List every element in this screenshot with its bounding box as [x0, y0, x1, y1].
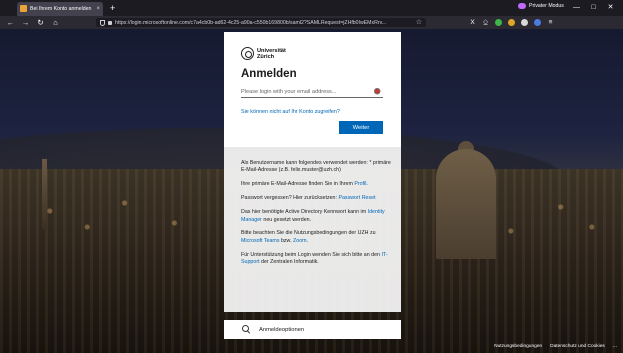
menu-icon[interactable]: ≡ [544, 18, 557, 27]
shield-icon[interactable] [100, 19, 105, 26]
extension-gray-icon[interactable] [521, 19, 528, 26]
cant-access-account-link[interactable]: Sie können nicht auf Ihr Konto zugreifen… [241, 109, 340, 115]
window-controls: — □ ✕ [568, 2, 619, 13]
privacy-cookies-link[interactable]: Datenschutz und Cookies [550, 344, 605, 349]
info-terms: Bitte beachten Sie die Nutzungsbedingung… [241, 230, 391, 245]
logo-line-1: Universität [257, 47, 286, 54]
close-tab-icon[interactable]: × [96, 6, 100, 12]
info-terms-text: Bitte beachten Sie die Nutzungsbedingung… [241, 230, 376, 237]
extension-yellow-icon[interactable] [508, 19, 515, 26]
home-button[interactable]: ⌂ [51, 19, 60, 27]
signin-options-button[interactable]: Anmeldeoptionen [224, 320, 401, 339]
zoom-link[interactable]: Zoom [293, 238, 307, 244]
uzh-logo: Universität Zürich [241, 47, 286, 60]
reload-button[interactable]: ↻ [36, 19, 45, 27]
uzh-seal-icon [241, 47, 254, 60]
maximize-button[interactable]: □ [585, 2, 602, 13]
info-password: Passwort vergessen? Hier zurücksetzen: P… [241, 195, 391, 202]
info-ad-text: Das hier benötigte Active Directory Kenn… [241, 209, 368, 216]
logo-line-2: Zürich [257, 53, 275, 60]
private-mask-icon [518, 3, 526, 9]
extension-x-icon[interactable]: X [466, 18, 479, 27]
microsoft-teams-link[interactable]: Microsoft Teams [241, 238, 279, 244]
signin-options-label: Anmeldeoptionen [259, 326, 305, 333]
login-card: Universität Zürich Anmelden Sie können n… [224, 32, 401, 147]
next-button[interactable]: Weiter [339, 121, 383, 134]
private-mode-label: Privater Modus [529, 3, 564, 9]
favicon-icon [20, 5, 27, 12]
minimize-button[interactable]: — [568, 2, 585, 13]
bookmark-star-icon[interactable]: ☆ [416, 19, 422, 26]
info-support-end: der Zentralen Informatik. [259, 259, 319, 266]
page-title: Anmelden [241, 68, 297, 80]
background-tower [42, 159, 47, 229]
more-options-button[interactable]: ... [613, 343, 617, 349]
nav-bar: ← → ↻ ⌂ https://login.microsoftonline.co… [0, 16, 623, 29]
tab-title: Bei Ihrem Konto anmelden [30, 5, 92, 12]
url-bar[interactable]: https://login.microsoftonline.com/c7a4cb… [96, 18, 426, 27]
extension-icon[interactable]: ⎐ [479, 18, 492, 27]
footer: Nutzungsbedingungen Datenschutz und Cook… [486, 343, 617, 349]
info-username-text: Als Benutzername kann folgendes verwende… [241, 160, 391, 174]
back-button[interactable]: ← [6, 19, 15, 27]
background-dome [436, 149, 496, 259]
extension-blue-icon[interactable] [534, 19, 541, 26]
info-profile-end: . [366, 181, 368, 188]
key-icon [242, 325, 251, 334]
browser-tab[interactable]: Bei Ihrem Konto anmelden × [17, 1, 103, 16]
password-manager-icon[interactable] [374, 88, 382, 96]
new-tab-button[interactable]: + [110, 3, 115, 13]
info-ad-password: Das hier benötigte Active Directory Kenn… [241, 209, 391, 224]
info-profile-text: Ihre primäre E-Mail-Adresse finden Sie i… [241, 181, 355, 188]
logo-text: Universität Zürich [257, 48, 286, 60]
url-text[interactable]: https://login.microsoftonline.com/c7a4cb… [115, 20, 414, 26]
info-ad-end: neu gesetzt werden. [261, 216, 312, 223]
info-password-text: Passwort vergessen? Hier zurücksetzen: [241, 195, 339, 202]
tab-bar: Bei Ihrem Konto anmelden × + Privater Mo… [0, 0, 623, 16]
info-support-text: Für Unterstützung beim Login wenden Sie … [241, 251, 382, 258]
extension-green-icon[interactable] [495, 19, 502, 26]
email-input[interactable] [241, 89, 366, 95]
info-profile: Ihre primäre E-Mail-Adresse finden Sie i… [241, 181, 391, 188]
password-reset-link[interactable]: Passwort Reset [338, 195, 375, 201]
info-terms-mid: bzw. [279, 237, 294, 244]
private-mode-indicator: Privater Modus [518, 3, 564, 9]
email-field-row [241, 87, 383, 98]
toolbar-icons: X ⎐ ≡ [466, 18, 557, 27]
info-terms-end: . [306, 237, 309, 244]
info-panel: Als Benutzername kann folgendes verwende… [224, 147, 401, 312]
info-support: Für Unterstützung beim Login wenden Sie … [241, 252, 391, 267]
forward-button[interactable]: → [21, 19, 30, 27]
terms-of-use-link[interactable]: Nutzungsbedingungen [494, 344, 542, 349]
info-username: Als Benutzername kann folgendes verwende… [241, 160, 391, 175]
close-window-button[interactable]: ✕ [602, 2, 619, 13]
lock-icon[interactable] [108, 20, 112, 25]
profile-link[interactable]: Profil [354, 181, 366, 187]
